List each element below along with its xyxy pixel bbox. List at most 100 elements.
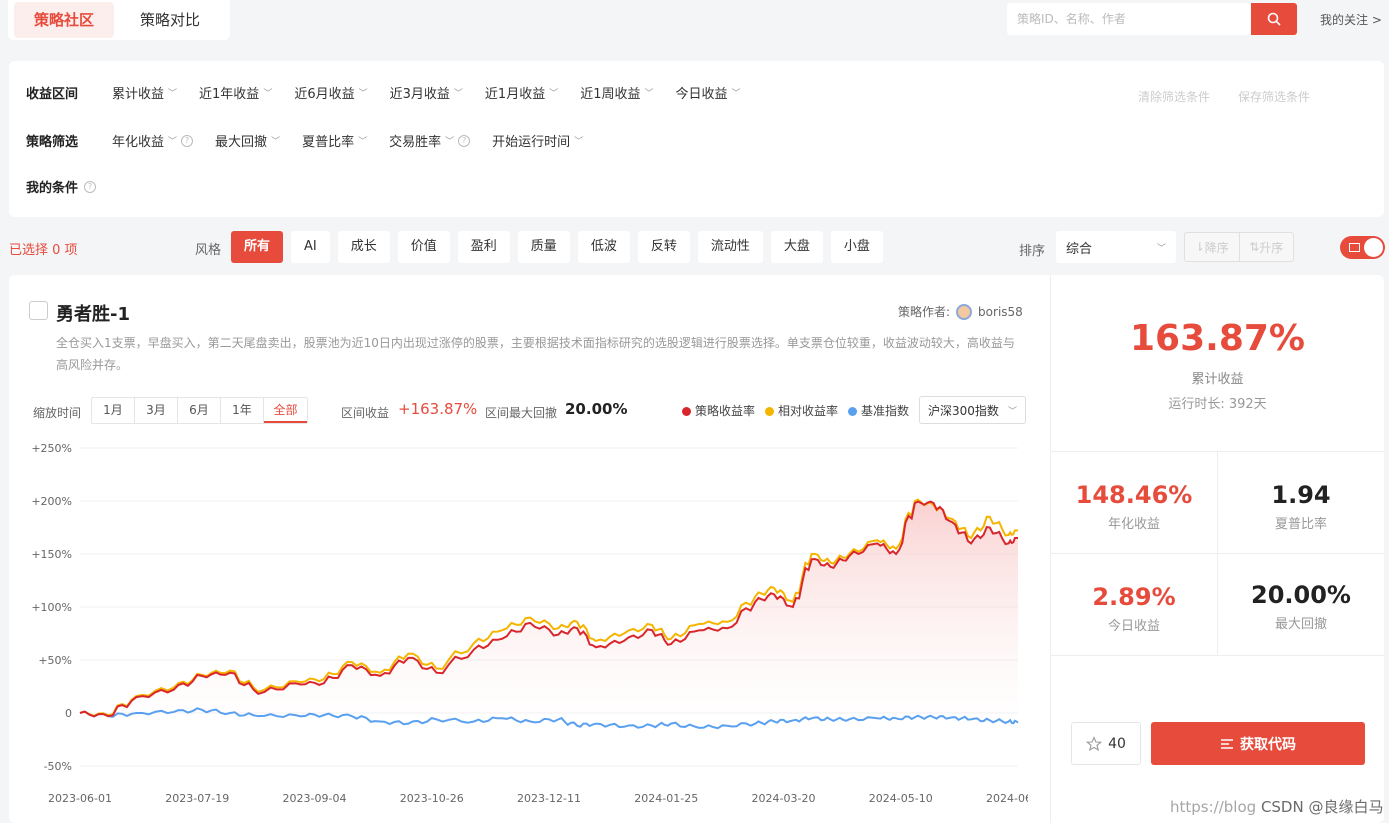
- filter-1y[interactable]: 近1年收益 ﹀: [199, 83, 272, 102]
- strategy-title[interactable]: 勇者胜-1: [56, 300, 130, 326]
- help-icon: ?: [458, 134, 471, 147]
- tab-strategy-compare[interactable]: 策略对比: [120, 2, 220, 38]
- clear-filters-link[interactable]: 清除筛选条件: [1138, 88, 1210, 105]
- chip-growth[interactable]: 成长: [337, 231, 390, 263]
- search-button[interactable]: [1251, 3, 1297, 35]
- zoom-3m[interactable]: 3月: [135, 398, 178, 423]
- view-toggle[interactable]: [1340, 236, 1385, 259]
- top-tabs: 策略社区 策略对比: [8, 0, 230, 40]
- max-drawdown-value: 20.00%: [1251, 581, 1351, 609]
- y-tick-label: +50%: [38, 654, 72, 667]
- save-filters-link[interactable]: 保存筛选条件: [1238, 88, 1310, 105]
- x-tick-label: 2024-05-10: [869, 792, 933, 805]
- get-code-button[interactable]: 获取代码: [1151, 722, 1365, 765]
- filter-1m[interactable]: 近1月收益 ﹀: [485, 83, 558, 102]
- chip-all[interactable]: 所有: [231, 231, 284, 263]
- chevron-down-icon: ﹀: [358, 89, 368, 99]
- zoom-1y[interactable]: 1年: [221, 398, 264, 423]
- y-tick-label: +200%: [31, 495, 72, 508]
- chevron-down-icon: ﹀: [168, 137, 178, 147]
- filter-row-strategy: 策略筛选 年化收益 ﹀? 最大回撤 ﹀ 夏普比率 ﹀ 交易胜率 ﹀? 开始运行时间 ﹀: [26, 131, 605, 150]
- filter-panel: 收益区间 累计收益 ﹀ 近1年收益 ﹀ 近6月收益 ﹀ 近3月收益 ﹀ 近1月收益 ﹀ 近…: [9, 61, 1384, 217]
- chip-quality[interactable]: 质量: [517, 231, 570, 263]
- x-tick-label: 2024-06-26: [986, 792, 1028, 805]
- cumulative-return-value: 163.87%: [1130, 318, 1305, 359]
- chip-lowvol[interactable]: 低波: [577, 231, 630, 263]
- style-label: 风格: [195, 243, 222, 258]
- help-icon: ?: [181, 134, 194, 147]
- filter-annual[interactable]: 年化收益 ﹀?: [112, 131, 194, 150]
- favorite-button[interactable]: 40: [1071, 722, 1141, 765]
- range-drawdown-value: 20.00%: [565, 400, 628, 418]
- filter-row-return: 收益区间 累计收益 ﹀ 近1年收益 ﹀ 近6月收益 ﹀ 近3月收益 ﹀ 近1月收益 ﹀ 近…: [26, 83, 763, 102]
- chevron-down-icon: ﹀: [358, 137, 368, 147]
- watermark: https://blog CSDN @良缘白马: [1170, 798, 1384, 816]
- star-icon: [1086, 735, 1103, 751]
- chip-ai[interactable]: AI: [291, 231, 330, 263]
- zoom-1m[interactable]: 1月: [92, 398, 135, 423]
- filter-maxdd[interactable]: 最大回撤 ﹀: [215, 131, 280, 150]
- filter-winrate[interactable]: 交易胜率 ﹀?: [389, 131, 471, 150]
- filter-row-label: 策略筛选: [26, 135, 79, 150]
- chip-largecap[interactable]: 大盘: [770, 231, 823, 263]
- filter-row-label: 收益区间: [26, 87, 79, 102]
- search-input[interactable]: [1007, 3, 1251, 35]
- benchmark-value: 沪深300指数: [928, 403, 999, 418]
- code-list-icon: [1221, 738, 1233, 749]
- cumulative-return-label: 累计收益: [1191, 372, 1244, 387]
- legend-strategy[interactable]: 策略收益率: [682, 402, 755, 419]
- strategy-description: 全仓买入1支票，早盘买入，第二天尾盘卖出，股票池为近10日内出现过涨停的股票，主…: [56, 336, 1015, 372]
- range-drawdown-label: 区间最大回撤: [485, 406, 558, 420]
- filter-sharpe[interactable]: 夏普比率 ﹀: [302, 131, 367, 150]
- x-tick-label: 2023-12-11: [517, 792, 581, 805]
- strategy-checkbox[interactable]: [29, 301, 48, 320]
- sort-asc-button[interactable]: ⇅ 升序: [1240, 233, 1294, 261]
- chip-value[interactable]: 价值: [397, 231, 450, 263]
- x-tick-label: 2023-07-19: [165, 792, 229, 805]
- return-chart[interactable]: +250% +200% +150% +100% +50% 0 -50% 2023-06-01 2…: [28, 432, 1028, 812]
- chevron-down-icon: ﹀: [1007, 406, 1017, 417]
- filter-1w[interactable]: 近1周收益 ﹀: [580, 83, 653, 102]
- search-box: [1007, 3, 1297, 35]
- avatar: [956, 303, 973, 320]
- chevron-down-icon: ﹀: [1156, 243, 1166, 254]
- y-tick-label: +100%: [31, 601, 72, 614]
- legend-relative[interactable]: 相对收益率: [765, 402, 838, 419]
- chip-liquidity[interactable]: 流动性: [697, 231, 763, 263]
- get-code-label: 获取代码: [1240, 736, 1296, 753]
- help-icon[interactable]: ?: [84, 180, 97, 193]
- filter-6m[interactable]: 近6月收益 ﹀: [294, 83, 367, 102]
- today-return-label: 今日收益: [1107, 619, 1160, 634]
- sort-asc-icon: ⇅: [1249, 240, 1260, 254]
- zoom-6m[interactable]: 6月: [178, 398, 221, 423]
- chip-profit[interactable]: 盈利: [457, 231, 510, 263]
- my-follow-link[interactable]: 我的关注 >: [1320, 11, 1382, 28]
- annual-return-value: 148.46%: [1075, 481, 1193, 509]
- x-tick-label: 2024-01-25: [634, 792, 698, 805]
- toggle-knob: [1364, 238, 1383, 257]
- grid-icon: [1349, 243, 1360, 252]
- sort-desc-button[interactable]: ⇂ 降序: [1185, 233, 1240, 261]
- benchmark-select[interactable]: 沪深300指数 ﹀: [919, 396, 1026, 424]
- y-tick-label: +250%: [31, 442, 72, 455]
- max-drawdown-label: 最大回撤: [1274, 617, 1327, 632]
- tab-strategy-community[interactable]: 策略社区: [14, 2, 115, 38]
- filter-start-time[interactable]: 开始运行时间 ﹀: [492, 131, 583, 150]
- sort-select[interactable]: 综合 ﹀: [1056, 231, 1176, 263]
- chevron-down-icon: ﹀: [445, 137, 455, 147]
- range-return-value: +163.87%: [398, 400, 478, 418]
- author-name[interactable]: boris58: [978, 305, 1023, 319]
- filter-today[interactable]: 今日收益 ﹀: [676, 83, 741, 102]
- chip-reversal[interactable]: 反转: [637, 231, 690, 263]
- zoom-all[interactable]: 全部: [264, 398, 307, 423]
- filter-row-label: 我的条件: [26, 181, 79, 196]
- zoom-label: 缩放时间: [33, 406, 82, 420]
- author-label: 策略作者:: [898, 305, 951, 319]
- legend-benchmark[interactable]: 基准指数: [848, 402, 909, 419]
- chart-legend: 策略收益率 相对收益率 基准指数: [682, 402, 909, 419]
- sharpe-value: 1.94: [1271, 481, 1331, 509]
- chip-smallcap[interactable]: 小盘: [830, 231, 883, 263]
- filter-cumulative[interactable]: 累计收益 ﹀: [112, 83, 177, 102]
- filter-3m[interactable]: 近3月收益 ﹀: [390, 83, 463, 102]
- sort-value: 综合: [1066, 241, 1093, 257]
